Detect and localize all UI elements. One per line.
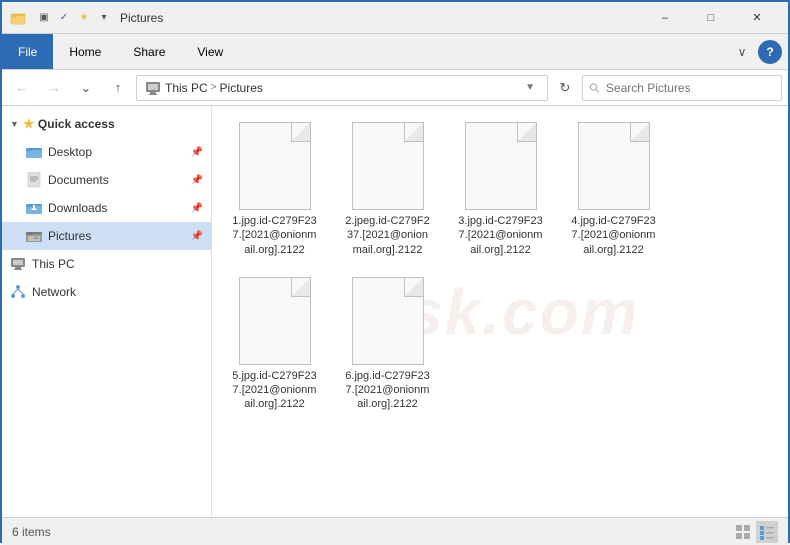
view-controls	[732, 521, 778, 543]
downloads-icon	[26, 200, 42, 216]
desktop-label: Desktop	[48, 145, 92, 159]
file-icon-2	[352, 122, 424, 210]
details-view-button[interactable]	[756, 521, 778, 543]
window-controls: – □ ✕	[642, 2, 780, 34]
sidebar-item-desktop[interactable]: Desktop 📌	[2, 138, 211, 166]
file-item-2[interactable]: 2.jpeg.id-C279F237.[2021@onionmail.org].…	[335, 116, 440, 263]
pictures-icon	[26, 228, 42, 244]
path-pictures: Pictures	[220, 81, 263, 95]
help-button[interactable]: ?	[758, 40, 782, 64]
large-icon-view-icon	[735, 524, 751, 540]
documents-icon	[26, 172, 42, 188]
main-layout: ▼ ★ Quick access Desktop 📌	[2, 106, 788, 517]
file-name-2: 2.jpeg.id-C279F237.[2021@onionmail.org].…	[345, 214, 429, 257]
sidebar: ▼ ★ Quick access Desktop 📌	[2, 106, 212, 517]
tab-home[interactable]: Home	[53, 34, 117, 69]
close-button[interactable]: ✕	[734, 2, 780, 34]
file-item-6[interactable]: 6.jpg.id-C279F237.[2021@onionmail.org].2…	[335, 271, 440, 418]
app-icon	[10, 10, 26, 26]
file-item-5[interactable]: 5.jpg.id-C279F237.[2021@onionmail.org].2…	[222, 271, 327, 418]
file-item-3[interactable]: 3.jpg.id-C279F237.[2021@onionmail.org].2…	[448, 116, 553, 263]
file-name-4: 4.jpg.id-C279F237.[2021@onionmail.org].2…	[571, 214, 655, 257]
item-count: 6 items	[12, 525, 51, 539]
desktop-pin-icon: 📌	[191, 147, 203, 158]
star-icon: ★	[23, 116, 35, 132]
file-name-1: 1.jpg.id-C279F237.[2021@onionmail.org].2…	[232, 214, 316, 257]
sidebar-item-documents[interactable]: Documents 📌	[2, 166, 211, 194]
sidebar-item-this-pc[interactable]: This PC	[2, 250, 211, 278]
downloads-pin-icon: 📌	[191, 203, 203, 214]
sidebar-item-pictures[interactable]: Pictures 📌	[2, 222, 211, 250]
maximize-button[interactable]: □	[688, 2, 734, 34]
search-box[interactable]	[582, 75, 782, 101]
file-icon-1	[239, 122, 311, 210]
dropdown-nav-button[interactable]: ⌄	[72, 75, 100, 101]
file-item-4[interactable]: 4.jpg.id-C279F237.[2021@onionmail.org].2…	[561, 116, 666, 263]
details-view-icon	[759, 524, 775, 540]
window-title: Pictures	[120, 11, 642, 25]
file-name-3: 3.jpg.id-C279F237.[2021@onionmail.org].2…	[458, 214, 542, 257]
ribbon-end: ∨ ?	[730, 34, 788, 69]
quick-access-arrow: ▼	[10, 119, 19, 129]
address-path[interactable]: This PC > Pictures ▼	[136, 75, 548, 101]
back-button[interactable]: ←	[8, 75, 36, 101]
icon-view-button[interactable]	[732, 521, 754, 543]
tab-share[interactable]: Share	[117, 34, 181, 69]
sidebar-item-downloads[interactable]: Downloads 📌	[2, 194, 211, 222]
file-icon-5	[239, 277, 311, 365]
pictures-label: Pictures	[48, 229, 91, 243]
pictures-pin-icon: 📌	[191, 231, 203, 242]
ribbon: File Home Share View ∨ ?	[2, 34, 788, 70]
file-icon-3	[465, 122, 537, 210]
network-label: Network	[32, 285, 76, 299]
title-bar: ▣ ✓ ★ ▾ Pictures – □ ✕	[2, 2, 788, 34]
quick-access-header[interactable]: ▼ ★ Quick access	[2, 110, 211, 138]
search-input[interactable]	[606, 81, 775, 95]
file-icon-4	[578, 122, 650, 210]
quick-access-undo[interactable]: ✓	[56, 10, 72, 26]
path-dropdown-arrow[interactable]: ▼	[521, 82, 539, 93]
minimize-button[interactable]: –	[642, 2, 688, 34]
network-icon	[10, 284, 26, 300]
ribbon-collapse-button[interactable]: ∨	[730, 40, 754, 64]
file-area: risk.com 1.jpg.id-C279F237.[2021@onionma…	[212, 106, 788, 517]
file-name-6: 6.jpg.id-C279F237.[2021@onionmail.org].2…	[345, 369, 429, 412]
documents-label: Documents	[48, 173, 109, 187]
path-sep-1: >	[211, 82, 217, 93]
quick-access-dropdown[interactable]: ▾	[96, 10, 112, 26]
file-name-5: 5.jpg.id-C279F237.[2021@onionmail.org].2…	[232, 369, 316, 412]
tab-file[interactable]: File	[2, 34, 53, 69]
status-bar: 6 items	[2, 517, 788, 545]
quick-access-properties[interactable]: ▣	[36, 10, 52, 26]
quick-access-label: Quick access	[38, 117, 115, 131]
this-pc-icon	[10, 256, 26, 272]
tab-view[interactable]: View	[181, 34, 239, 69]
quick-access-toolbar: ▣ ✓ ★ ▾	[10, 10, 112, 26]
documents-pin-icon: 📌	[191, 175, 203, 186]
search-icon	[589, 82, 600, 94]
file-item-1[interactable]: 1.jpg.id-C279F237.[2021@onionmail.org].2…	[222, 116, 327, 263]
sidebar-item-network[interactable]: Network	[2, 278, 211, 306]
path-this-pc: This PC	[165, 81, 208, 95]
address-bar: ← → ⌄ ↑ This PC > Pictures ▼ ↻	[2, 70, 788, 106]
up-button[interactable]: ↑	[104, 75, 132, 101]
quick-access-rename[interactable]: ★	[76, 10, 92, 26]
computer-icon	[145, 80, 161, 96]
this-pc-label: This PC	[32, 257, 75, 271]
file-icon-6	[352, 277, 424, 365]
refresh-button[interactable]: ↻	[552, 75, 578, 101]
downloads-label: Downloads	[48, 201, 107, 215]
forward-button[interactable]: →	[40, 75, 68, 101]
desktop-folder-icon	[26, 144, 42, 160]
